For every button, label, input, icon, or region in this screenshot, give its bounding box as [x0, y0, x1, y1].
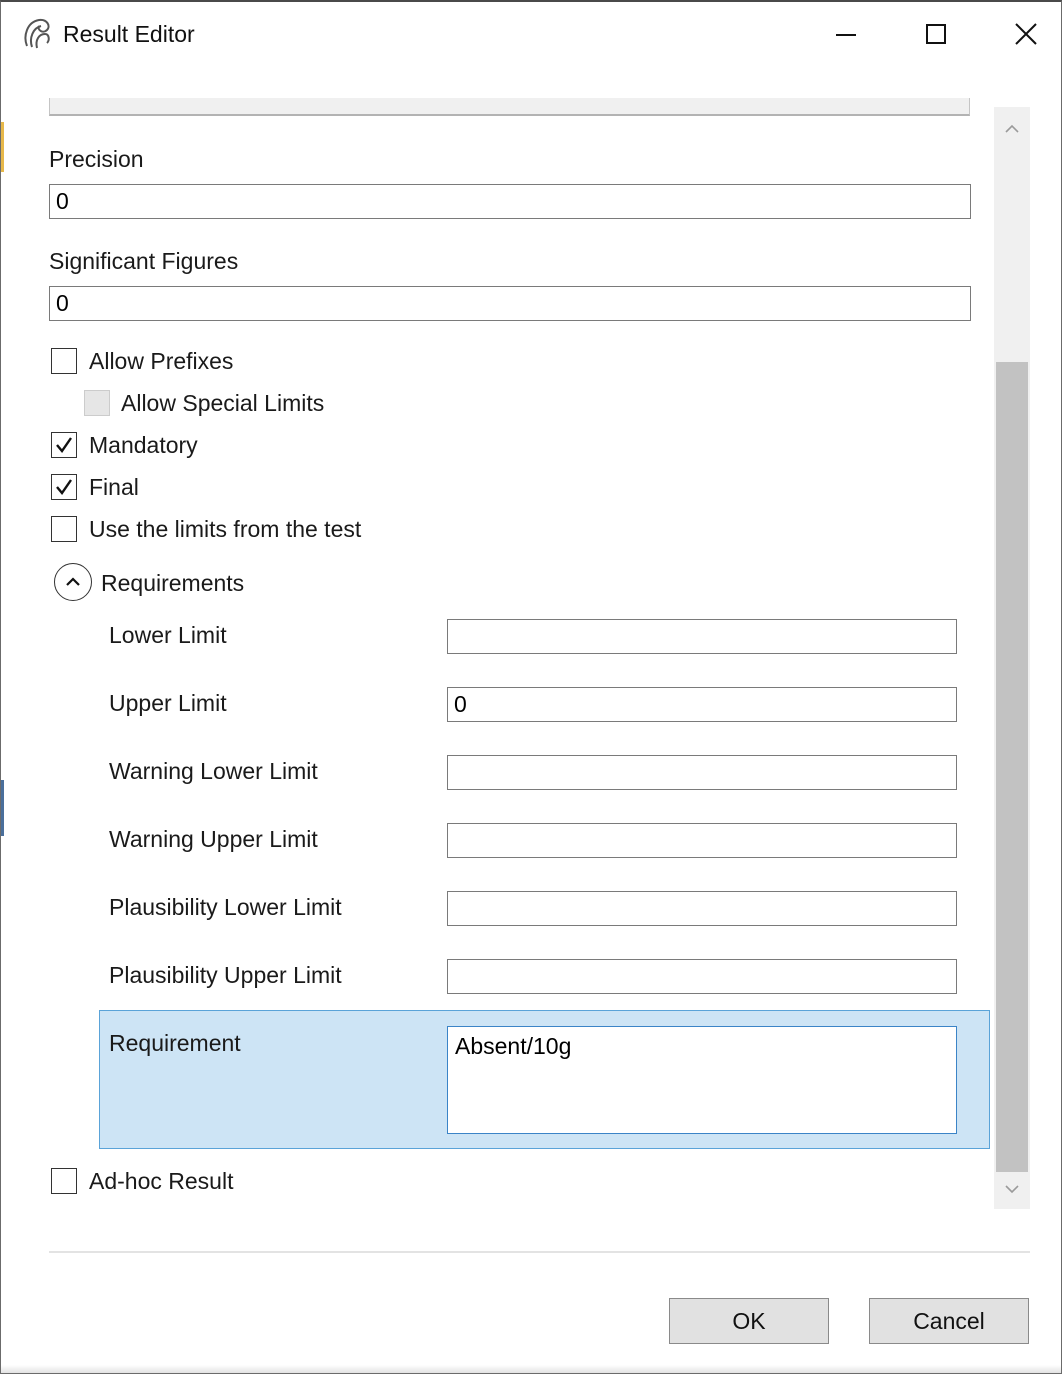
use-test-limits-checkbox[interactable] — [51, 516, 77, 542]
allow-prefixes-label[interactable]: Allow Prefixes — [89, 348, 233, 375]
mandatory-checkbox[interactable] — [51, 432, 77, 458]
warning-upper-limit-input[interactable] — [447, 823, 957, 858]
maximize-button[interactable] — [913, 12, 959, 56]
warning-upper-limit-label: Warning Upper Limit — [109, 826, 318, 852]
upper-limit-input[interactable]: 0 — [447, 687, 957, 722]
app-logo-icon — [24, 18, 50, 49]
chevron-up-icon — [1005, 124, 1019, 133]
allow-special-limits-label[interactable]: Allow Special Limits — [121, 390, 324, 417]
plausibility-lower-limit-label: Plausibility Lower Limit — [109, 894, 342, 920]
significant-figures-input[interactable]: 0 — [49, 286, 971, 321]
final-checkbox[interactable] — [51, 474, 77, 500]
ok-button[interactable]: OK — [669, 1298, 829, 1344]
requirements-header[interactable]: Requirements — [101, 570, 244, 597]
window-title: Result Editor — [63, 21, 195, 47]
allow-prefixes-checkbox[interactable] — [51, 348, 77, 374]
plausibility-lower-limit-input[interactable] — [447, 891, 957, 926]
vertical-scrollbar[interactable] — [994, 107, 1030, 1209]
background-window-edge — [1, 780, 4, 836]
requirement-label: Requirement — [109, 1030, 241, 1056]
warning-lower-limit-input[interactable] — [447, 755, 957, 790]
precision-label: Precision — [49, 146, 144, 172]
lower-limit-label: Lower Limit — [109, 622, 227, 648]
plausibility-upper-limit-input[interactable] — [447, 959, 957, 994]
cancel-button[interactable]: Cancel — [869, 1298, 1029, 1344]
minimize-button[interactable] — [823, 12, 869, 56]
allow-special-limits-checkbox[interactable] — [84, 390, 110, 416]
scroll-down-button[interactable] — [994, 1175, 1030, 1203]
final-label[interactable]: Final — [89, 474, 139, 501]
clipped-field[interactable] — [49, 98, 970, 116]
close-button[interactable] — [1003, 12, 1049, 56]
warning-lower-limit-label: Warning Lower Limit — [109, 758, 318, 784]
scroll-up-button[interactable] — [994, 115, 1030, 143]
close-icon — [1015, 23, 1037, 45]
requirement-textarea[interactable]: Absent/10g — [447, 1026, 957, 1134]
title-bar[interactable]: Result Editor — [1, 2, 1063, 66]
checkmark-icon — [56, 437, 72, 453]
ad-hoc-result-checkbox[interactable] — [51, 1168, 77, 1194]
scroll-thumb[interactable] — [996, 362, 1028, 1172]
window-bottom-edge — [1, 1365, 1061, 1373]
chevron-down-icon — [1005, 1185, 1019, 1194]
precision-input[interactable]: 0 — [49, 184, 971, 219]
minimize-icon — [836, 34, 856, 36]
ad-hoc-result-label[interactable]: Ad-hoc Result — [89, 1168, 233, 1195]
significant-figures-label: Significant Figures — [49, 248, 239, 274]
use-test-limits-label[interactable]: Use the limits from the test — [89, 516, 361, 543]
result-editor-window: Result Editor Precision 0 Significant Fi… — [0, 0, 1062, 1374]
footer-divider — [49, 1251, 1030, 1253]
background-window-edge — [1, 122, 4, 172]
chevron-up-icon — [66, 577, 80, 586]
plausibility-upper-limit-label: Plausibility Upper Limit — [109, 962, 342, 988]
requirements-expander-button[interactable] — [54, 563, 92, 601]
checkmark-icon — [56, 479, 72, 495]
maximize-icon — [926, 24, 946, 44]
lower-limit-input[interactable] — [447, 619, 957, 654]
mandatory-label[interactable]: Mandatory — [89, 432, 198, 459]
upper-limit-label: Upper Limit — [109, 690, 227, 716]
